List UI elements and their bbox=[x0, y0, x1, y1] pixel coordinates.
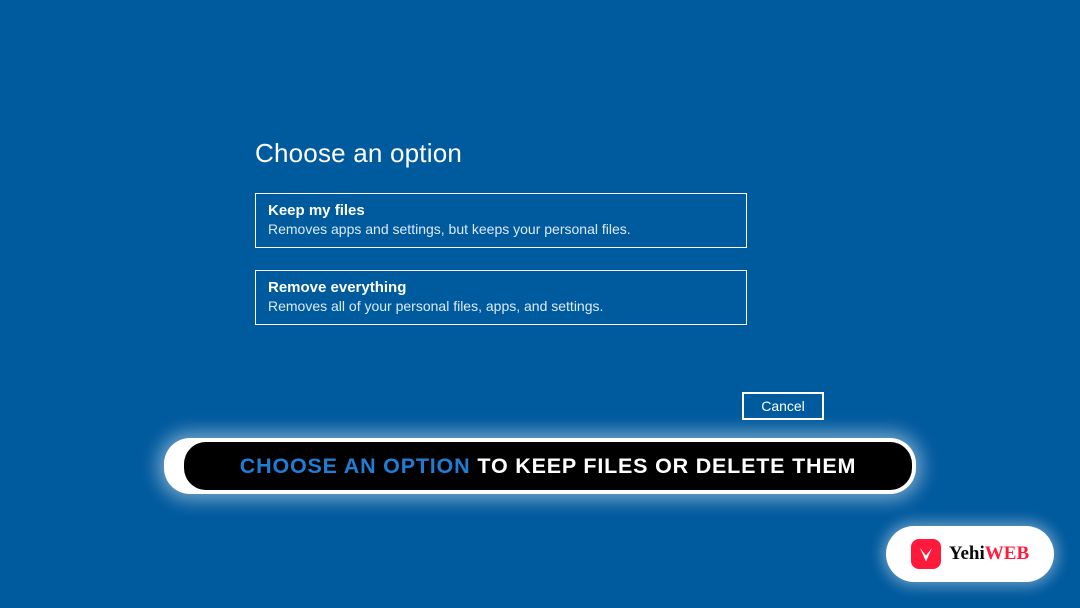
option-title: Remove everything bbox=[268, 279, 734, 296]
option-desc: Removes apps and settings, but keeps you… bbox=[268, 221, 734, 237]
brand-main: Yehi bbox=[949, 543, 985, 564]
dialog-title: Choose an option bbox=[255, 138, 825, 169]
option-desc: Removes all of your personal files, apps… bbox=[268, 298, 734, 314]
cancel-button[interactable]: Cancel bbox=[742, 392, 824, 420]
brand-logo-icon bbox=[911, 539, 941, 569]
caption-rest: TO KEEP FILES OR DELETE THEM bbox=[477, 454, 856, 479]
brand-text: YehiWEB bbox=[949, 543, 1029, 565]
caption-banner-wrap: CHOOSE AN OPTION TO KEEP FILES OR DELETE… bbox=[164, 438, 916, 494]
option-title: Keep my files bbox=[268, 202, 734, 219]
brand-accent: WEB bbox=[985, 543, 1029, 564]
reset-dialog: Choose an option Keep my files Removes a… bbox=[255, 138, 825, 347]
option-remove-everything[interactable]: Remove everything Removes all of your pe… bbox=[255, 270, 747, 325]
option-keep-my-files[interactable]: Keep my files Removes apps and settings,… bbox=[255, 193, 747, 248]
watermark-badge: YehiWEB bbox=[886, 526, 1054, 582]
caption-highlight: CHOOSE AN OPTION bbox=[240, 454, 471, 479]
caption-banner: CHOOSE AN OPTION TO KEEP FILES OR DELETE… bbox=[184, 442, 912, 490]
